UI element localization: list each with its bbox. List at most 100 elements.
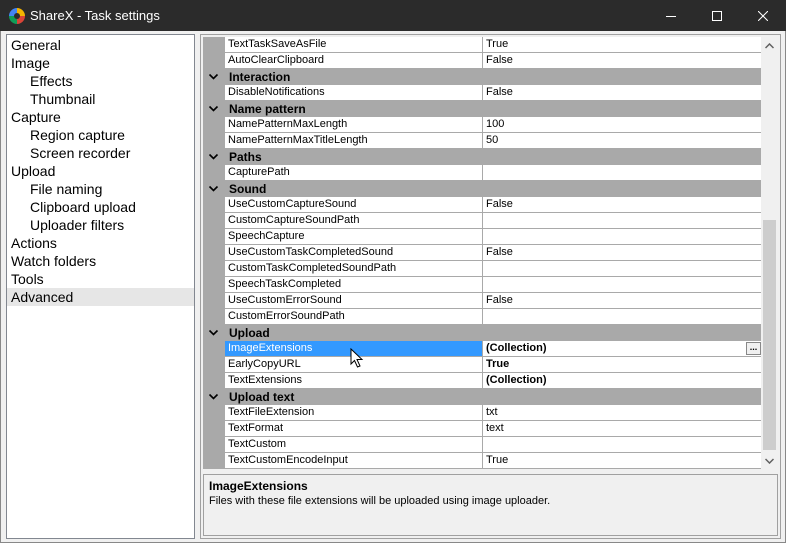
tree-item-thumbnail[interactable]: Thumbnail <box>7 90 194 108</box>
vertical-scrollbar[interactable] <box>761 37 778 469</box>
tree-item-file-naming[interactable]: File naming <box>7 180 194 198</box>
property-name[interactable]: AutoClearClipboard <box>225 53 483 69</box>
property-row[interactable]: TextFormat text <box>203 421 763 437</box>
collapse-chevron-icon[interactable] <box>208 73 219 81</box>
property-value[interactable] <box>483 213 763 229</box>
property-row[interactable]: UseCustomCaptureSound False <box>203 197 763 213</box>
tree-item-advanced[interactable]: Advanced <box>7 288 194 306</box>
sharex-logo-icon <box>9 7 25 24</box>
property-name[interactable]: NamePatternMaxTitleLength <box>225 133 483 149</box>
property-row[interactable]: UseCustomErrorSound False <box>203 293 763 309</box>
property-row[interactable]: CustomCaptureSoundPath <box>203 213 763 229</box>
row-margin <box>203 261 225 277</box>
tree-item-effects[interactable]: Effects <box>7 72 194 90</box>
property-row[interactable]: SpeechTaskCompleted <box>203 277 763 293</box>
collapse-chevron-icon[interactable] <box>208 329 219 337</box>
property-row[interactable]: NamePatternMaxLength 100 <box>203 117 763 133</box>
category-row[interactable]: Upload text <box>203 389 763 405</box>
property-row[interactable]: SpeechCapture <box>203 229 763 245</box>
property-row[interactable]: NamePatternMaxTitleLength 50 <box>203 133 763 149</box>
tree-item-uploader-filters[interactable]: Uploader filters <box>7 216 194 234</box>
minimize-button[interactable] <box>648 0 694 31</box>
property-name[interactable]: CustomErrorSoundPath <box>225 309 483 325</box>
property-value[interactable] <box>483 437 763 453</box>
property-value[interactable]: True <box>483 453 763 469</box>
property-row[interactable]: CustomErrorSoundPath <box>203 309 763 325</box>
property-value[interactable]: False <box>483 245 763 261</box>
category-row[interactable]: Paths <box>203 149 763 165</box>
property-value[interactable]: (Collection)... <box>483 341 763 357</box>
property-name[interactable]: UseCustomTaskCompletedSound <box>225 245 483 261</box>
scroll-up-button[interactable] <box>761 37 778 54</box>
property-value[interactable]: False <box>483 197 763 213</box>
property-name[interactable]: CustomTaskCompletedSoundPath <box>225 261 483 277</box>
property-name[interactable]: UseCustomCaptureSound <box>225 197 483 213</box>
property-value[interactable] <box>483 229 763 245</box>
property-name[interactable]: TextCustom <box>225 437 483 453</box>
maximize-button[interactable] <box>694 0 740 31</box>
collapse-chevron-icon[interactable] <box>208 185 219 193</box>
property-value[interactable]: text <box>483 421 763 437</box>
tree-item-capture[interactable]: Capture <box>7 108 194 126</box>
property-value[interactable]: False <box>483 293 763 309</box>
tree-item-general[interactable]: General <box>7 36 194 54</box>
property-row[interactable]: TextCustom <box>203 437 763 453</box>
tree-item-region-capture[interactable]: Region capture <box>7 126 194 144</box>
category-row[interactable]: Sound <box>203 181 763 197</box>
close-button[interactable] <box>740 0 786 31</box>
property-name[interactable]: TextFileExtension <box>225 405 483 421</box>
property-name[interactable]: TextFormat <box>225 421 483 437</box>
property-row[interactable]: EarlyCopyURL True <box>203 357 763 373</box>
property-row[interactable]: CapturePath <box>203 165 763 181</box>
property-row[interactable]: AutoClearClipboard False <box>203 53 763 69</box>
property-row[interactable]: UseCustomTaskCompletedSound False <box>203 245 763 261</box>
property-row[interactable]: TextTaskSaveAsFile True <box>203 37 763 53</box>
property-name[interactable]: SpeechTaskCompleted <box>225 277 483 293</box>
property-value[interactable]: txt <box>483 405 763 421</box>
property-value[interactable]: 100 <box>483 117 763 133</box>
collapse-chevron-icon[interactable] <box>208 153 219 161</box>
tree-item-upload[interactable]: Upload <box>7 162 194 180</box>
category-row[interactable]: Upload <box>203 325 763 341</box>
collapse-chevron-icon[interactable] <box>208 105 219 113</box>
property-row[interactable]: CustomTaskCompletedSoundPath <box>203 261 763 277</box>
property-row[interactable]: TextCustomEncodeInput True <box>203 453 763 469</box>
property-name[interactable]: CapturePath <box>225 165 483 181</box>
category-row[interactable]: Interaction <box>203 69 763 85</box>
property-row[interactable]: TextExtensions (Collection) <box>203 373 763 389</box>
property-value[interactable]: (Collection) <box>483 373 763 389</box>
property-name[interactable]: TextTaskSaveAsFile <box>225 37 483 53</box>
property-value[interactable] <box>483 309 763 325</box>
property-name[interactable]: SpeechCapture <box>225 229 483 245</box>
settings-tree[interactable]: General Image Effects Thumbnail Capture Regio… <box>6 34 195 539</box>
scroll-thumb[interactable] <box>763 220 776 450</box>
property-value[interactable]: False <box>483 85 763 101</box>
property-name[interactable]: DisableNotifications <box>225 85 483 101</box>
property-value[interactable]: False <box>483 53 763 69</box>
property-value[interactable] <box>483 165 763 181</box>
property-grid[interactable]: TextTaskSaveAsFile True AutoClearClipboard… <box>203 37 778 469</box>
property-value[interactable]: True <box>483 37 763 53</box>
tree-item-screen-recorder[interactable]: Screen recorder <box>7 144 194 162</box>
property-value[interactable] <box>483 277 763 293</box>
tree-item-actions[interactable]: Actions <box>7 234 194 252</box>
scroll-down-button[interactable] <box>761 452 778 469</box>
property-row[interactable]: ImageExtensions (Collection)... <box>203 341 763 357</box>
property-name[interactable]: NamePatternMaxLength <box>225 117 483 133</box>
property-row[interactable]: TextFileExtension txt <box>203 405 763 421</box>
collapse-chevron-icon[interactable] <box>208 393 219 401</box>
property-name[interactable]: TextCustomEncodeInput <box>225 453 483 469</box>
tree-item-watch-folders[interactable]: Watch folders <box>7 252 194 270</box>
tree-item-tools[interactable]: Tools <box>7 270 194 288</box>
property-name[interactable]: UseCustomErrorSound <box>225 293 483 309</box>
category-row[interactable]: Name pattern <box>203 101 763 117</box>
edit-collection-button[interactable]: ... <box>746 342 761 355</box>
property-value[interactable] <box>483 261 763 277</box>
property-name[interactable]: CustomCaptureSoundPath <box>225 213 483 229</box>
tree-item-image[interactable]: Image <box>7 54 194 72</box>
property-value[interactable]: 50 <box>483 133 763 149</box>
property-name[interactable]: TextExtensions <box>225 373 483 389</box>
property-value[interactable]: True <box>483 357 763 373</box>
property-row[interactable]: DisableNotifications False <box>203 85 763 101</box>
tree-item-clipboard-upload[interactable]: Clipboard upload <box>7 198 194 216</box>
